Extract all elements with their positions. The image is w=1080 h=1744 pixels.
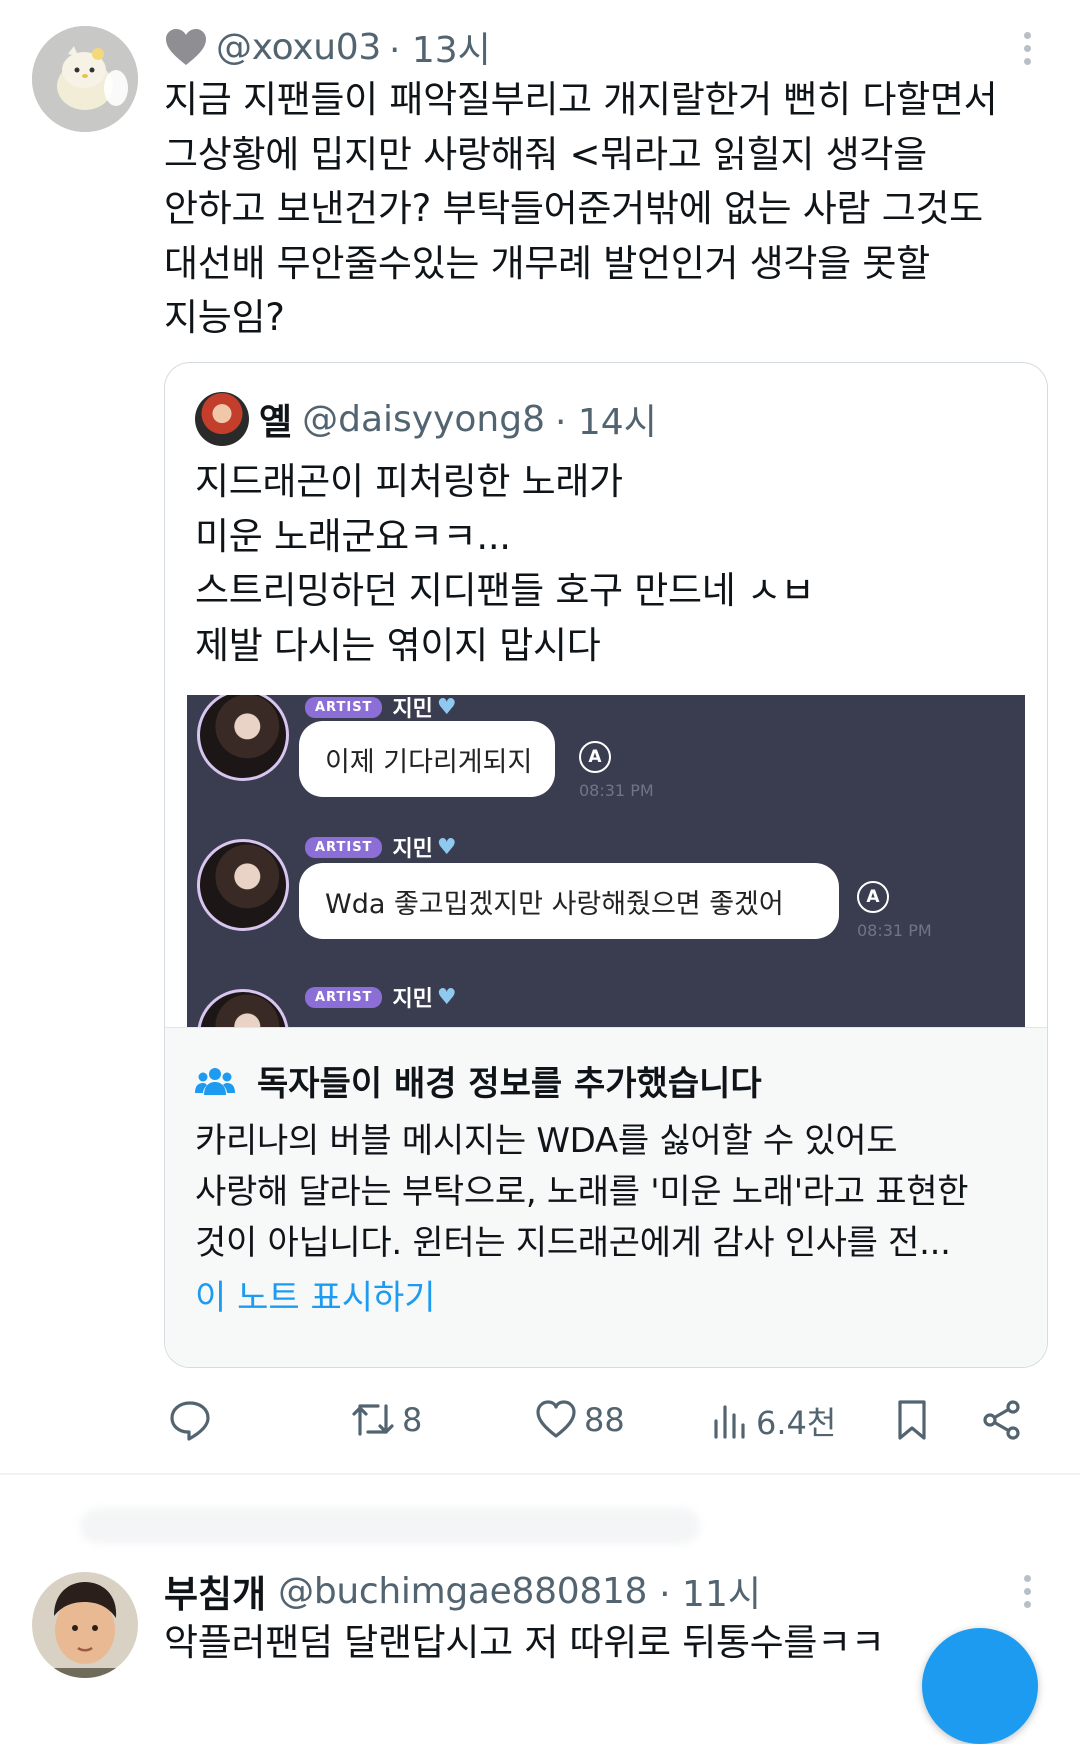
- author-handle[interactable]: @buchimgae880818: [278, 1571, 647, 1612]
- heart-icon: [536, 1400, 576, 1438]
- author-name[interactable]: 부침개: [164, 1564, 266, 1618]
- views-count: 6.4천: [756, 1404, 837, 1442]
- more-options-icon[interactable]: [1022, 1575, 1032, 1608]
- author-handle[interactable]: @xoxu03: [216, 27, 381, 68]
- share-icon: [983, 1400, 1020, 1440]
- artist-badge: ARTIST: [305, 986, 383, 1008]
- blue-heart-icon: ♥: [436, 834, 457, 860]
- blue-heart-icon: ♥: [436, 695, 457, 720]
- retweet-count: 8: [402, 1401, 423, 1439]
- redacted-area: [80, 1508, 700, 1544]
- quote-author-handle[interactable]: @daisyyong8: [302, 399, 545, 440]
- reply-button[interactable]: [168, 1398, 212, 1442]
- chat-sender-name: 지민: [392, 987, 433, 1012]
- views-icon: [714, 1405, 745, 1439]
- chat-avatar: [197, 695, 289, 781]
- quote-author-avatar[interactable]: [195, 392, 249, 446]
- like-count: 88: [584, 1401, 625, 1439]
- show-note-link[interactable]: 이 노트 표시하기: [195, 1270, 436, 1319]
- note-title: 독자들이 배경 정보를 추가했습니다: [257, 1064, 762, 1104]
- community-note[interactable]: 독자들이 배경 정보를 추가했습니다 카리나의 버블 메시지는 WDA를 싫어할…: [165, 1027, 1047, 1367]
- user-avatar[interactable]: [32, 1572, 138, 1678]
- user-avatar[interactable]: [32, 26, 138, 132]
- read-status-icon: A: [579, 741, 611, 773]
- tweet-time[interactable]: · 13시: [389, 21, 491, 73]
- quote-text: 지드래곤이 피처링한 노래가 미운 노래군요ㅋㅋ... 스트리밍하던 지디팬들 …: [195, 460, 815, 667]
- chat-avatar: [197, 989, 289, 1027]
- tweet-divider: [0, 1473, 1080, 1475]
- more-options-icon[interactable]: [1022, 32, 1032, 65]
- note-text: 카리나의 버블 메시지는 WDA를 싫어할 수 있어도 사랑해 달라는 부탁으로…: [195, 1121, 969, 1263]
- tweet-text: 지금 지팬들이 패악질부리고 개지랄한거 뻔히 다할면서 그상황에 밉지만 사랑…: [164, 78, 998, 339]
- chat-bubble: 이제 기다리게되지: [299, 721, 555, 797]
- retweet-icon: [352, 1404, 394, 1436]
- avatar-image: [32, 1572, 138, 1678]
- artist-badge: ARTIST: [305, 836, 383, 858]
- like-button[interactable]: 88: [534, 1398, 625, 1442]
- read-status-icon: A: [857, 881, 889, 913]
- reply-icon: [170, 1401, 210, 1441]
- views-button[interactable]: 6.4천: [710, 1398, 836, 1444]
- artist-badge: ARTIST: [305, 696, 383, 718]
- retweet-button[interactable]: 8: [350, 1398, 422, 1442]
- quote-image[interactable]: ARTIST 지민 ♥ 이제 기다리게되지 A 08:31 PM ARTIST …: [187, 695, 1025, 1027]
- compose-button[interactable]: [922, 1628, 1038, 1744]
- chat-sender-name: 지민: [392, 697, 433, 722]
- bookmark-button[interactable]: [892, 1398, 932, 1442]
- blue-heart-icon: ♥: [436, 984, 457, 1010]
- bookmark-icon: [898, 1400, 926, 1440]
- quoted-tweet-card[interactable]: 옐 @daisyyong8 · 14시 지드래곤이 피처링한 노래가 미운 노래…: [164, 362, 1048, 1368]
- quote-time: · 14시: [555, 402, 657, 443]
- chat-time: 08:31 PM: [579, 781, 654, 800]
- quote-author-name[interactable]: 옐: [259, 393, 292, 445]
- tweet-time[interactable]: · 11시: [659, 1565, 761, 1617]
- chat-time: 08:31 PM: [857, 921, 932, 940]
- share-button[interactable]: [980, 1398, 1024, 1442]
- chat-avatar: [197, 839, 289, 931]
- avatar-image: [32, 26, 138, 132]
- people-icon: [195, 1067, 235, 1095]
- chat-sender-name: 지민: [392, 837, 433, 862]
- grey-heart-icon: [166, 29, 206, 65]
- chat-bubble: Wda 좋고밉겠지만 사랑해줬으면 좋겠어: [299, 863, 839, 939]
